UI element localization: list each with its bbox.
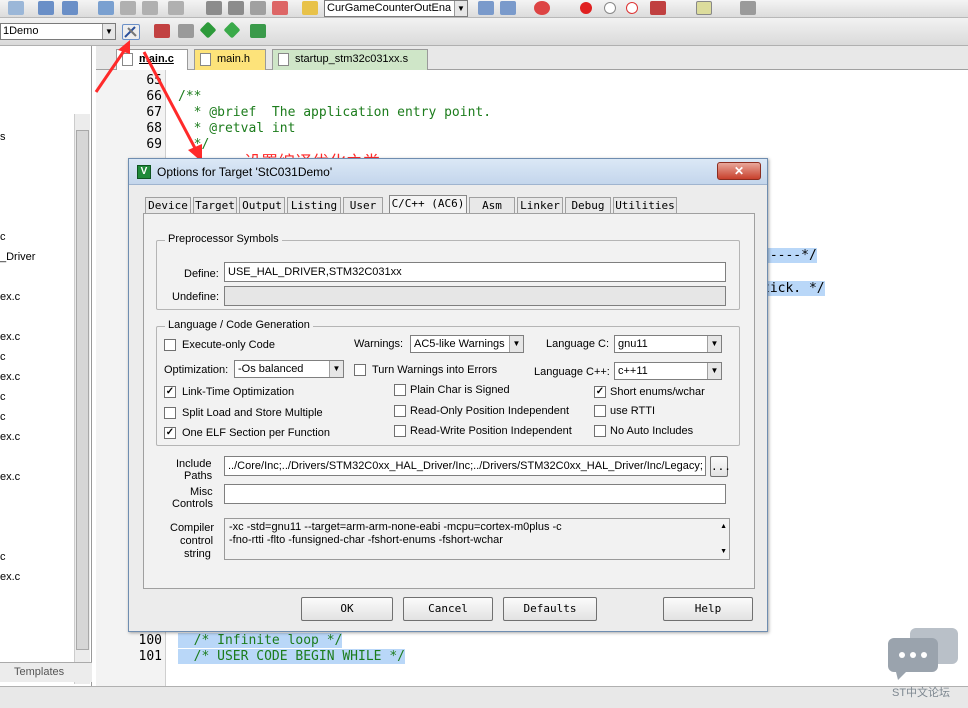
rw-pi-checkbox[interactable]: [394, 425, 406, 437]
compiler-control-label: control: [180, 535, 214, 547]
optimization-value: -Os balanced: [238, 363, 304, 375]
chevron-down-icon: ▼: [707, 336, 721, 352]
tab-target[interactable]: Target: [193, 197, 237, 213]
close-icon: ✕: [733, 164, 745, 178]
close-button[interactable]: ✕: [717, 162, 761, 180]
include-paths-label: Include: [176, 458, 212, 470]
no-auto-includes-checkbox[interactable]: [594, 425, 606, 437]
lto-checkbox[interactable]: ✓: [164, 386, 176, 398]
short-enums-checkbox[interactable]: ✓: [594, 386, 606, 398]
dialog-titlebar[interactable]: V Options for Target 'StC031Demo' ✕: [129, 159, 767, 185]
chevron-down-icon: ▼: [509, 336, 523, 352]
scroll-down-icon[interactable]: ▼: [720, 545, 727, 558]
arrow-line: [94, 47, 128, 93]
compiler-control-label: string: [184, 548, 211, 560]
rw-pi-label: Read-Write Position Independent: [410, 425, 572, 437]
tab-device[interactable]: Device: [145, 197, 191, 213]
keil-icon: V: [137, 165, 151, 179]
ok-button[interactable]: OK: [301, 597, 393, 621]
warnings-label: Warnings:: [354, 338, 404, 350]
group-title: Language / Code Generation: [165, 319, 313, 331]
arrow-head: [118, 40, 130, 54]
tab-listing[interactable]: Listing: [287, 197, 341, 213]
misc-controls-field[interactable]: [224, 484, 726, 504]
watermark-text: ST中文论坛: [892, 687, 951, 699]
defaults-button[interactable]: Defaults: [503, 597, 597, 621]
cancel-button[interactable]: Cancel: [403, 597, 493, 621]
use-rtti-checkbox[interactable]: [594, 405, 606, 417]
chevron-down-icon: ▼: [707, 363, 721, 379]
language-c-label: Language C:: [546, 338, 609, 350]
language-cpp-value: c++11: [618, 365, 648, 377]
plain-char-label: Plain Char is Signed: [410, 384, 510, 396]
help-button[interactable]: Help: [663, 597, 753, 621]
optimization-label: Optimization:: [164, 364, 229, 376]
language-cpp-select[interactable]: c++11 ▼: [614, 362, 722, 380]
cancel-label: Cancel: [428, 602, 468, 615]
plain-char-checkbox[interactable]: [394, 384, 406, 396]
split-load-label: Split Load and Store Multiple: [182, 407, 323, 419]
define-label: Define:: [184, 268, 219, 280]
lto-label: Link-Time Optimization: [182, 386, 295, 398]
options-dialog: V Options for Target 'StC031Demo' ✕ Devi…: [128, 158, 768, 632]
language-c-value: gnu11: [618, 338, 648, 350]
dialog-title: Options for Target 'StC031Demo': [157, 165, 333, 179]
browse-label: ...: [711, 460, 731, 473]
arrow-line: [142, 51, 198, 151]
chat-bubble-icon: [888, 628, 958, 680]
short-enums-label: Short enums/wchar: [610, 386, 705, 398]
misc-controls-label: Misc: [190, 486, 213, 498]
define-field[interactable]: USE_HAL_DRIVER,STM32C031xx: [224, 262, 726, 282]
tab-debug[interactable]: Debug: [565, 197, 611, 213]
one-elf-label: One ELF Section per Function: [182, 427, 330, 439]
turn-warnings-label: Turn Warnings into Errors: [372, 364, 498, 376]
include-browse-button[interactable]: ...: [710, 456, 731, 477]
scroll-up-icon[interactable]: ▲: [720, 520, 727, 533]
language-c-select[interactable]: gnu11 ▼: [614, 335, 722, 353]
tab-output[interactable]: Output: [239, 197, 285, 213]
tab-asm[interactable]: Asm: [469, 197, 515, 213]
tab-linker[interactable]: Linker: [517, 197, 563, 213]
include-paths-label: Paths: [184, 470, 213, 482]
undefine-field[interactable]: [224, 286, 726, 306]
misc-controls-label: Controls: [172, 498, 213, 510]
one-elf-checkbox[interactable]: ✓: [164, 427, 176, 439]
ok-label: OK: [340, 602, 354, 615]
execute-only-label: Execute-only Code: [182, 339, 275, 351]
tab-utilities[interactable]: Utilities: [613, 197, 677, 213]
compiler-control-label: Compiler: [170, 522, 215, 534]
undefine-label: Undefine:: [172, 291, 220, 303]
warnings-value: AC5-like Warnings: [414, 338, 505, 350]
ro-pi-checkbox[interactable]: [394, 405, 406, 417]
defaults-label: Defaults: [523, 602, 577, 615]
split-load-checkbox[interactable]: [164, 407, 176, 419]
help-label: Help: [694, 602, 722, 615]
tab-cc-ac6[interactable]: C/C++ (AC6): [389, 195, 467, 214]
tab-user[interactable]: User: [343, 197, 383, 213]
turn-warnings-checkbox[interactable]: [354, 364, 366, 376]
compiler-line: -xc -std=gnu11 --target=arm-arm-none-eab…: [229, 521, 562, 533]
optimization-select[interactable]: -Os balanced ▼: [234, 360, 344, 378]
warnings-select[interactable]: AC5-like Warnings ▼: [410, 335, 524, 353]
cc-panel: Preprocessor Symbols Define: USE_HAL_DRI…: [143, 213, 755, 589]
include-paths-field[interactable]: ../Core/Inc;../Drivers/STM32C0xx_HAL_Dri…: [224, 456, 706, 476]
use-rtti-label: use RTTI: [610, 405, 656, 417]
ro-pi-label: Read-Only Position Independent: [410, 405, 569, 417]
compiler-line: -fno-rtti -flto -funsigned-char -fshort-…: [229, 534, 503, 546]
chevron-down-icon: ▼: [329, 361, 343, 377]
no-auto-includes-label: No Auto Includes: [610, 425, 694, 437]
st-forum-watermark: ST中文论坛: [886, 626, 960, 699]
language-cpp-label: Language C++:: [534, 366, 610, 378]
execute-only-checkbox[interactable]: [164, 339, 176, 351]
compiler-control-string[interactable]: -xc -std=gnu11 --target=arm-arm-none-eab…: [224, 518, 730, 560]
group-title: Preprocessor Symbols: [165, 233, 282, 245]
